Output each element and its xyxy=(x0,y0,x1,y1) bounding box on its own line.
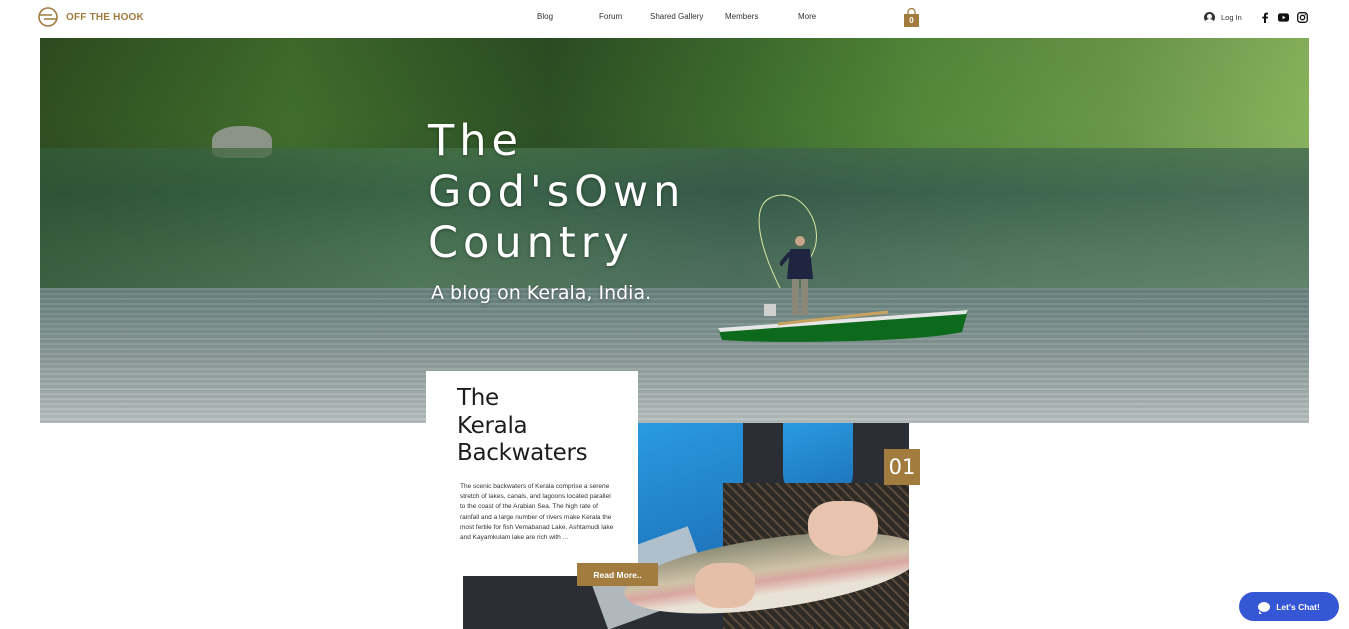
post-title-line: The xyxy=(457,385,499,411)
brand-name: OFF THE HOOK xyxy=(66,11,144,23)
hero-title-line: God'sOwn xyxy=(428,167,686,217)
blog-post-card: The Kerala Backwaters The scenic backwat… xyxy=(426,371,638,576)
chat-button[interactable]: Let's Chat! xyxy=(1239,592,1339,621)
nav-item-shared-gallery[interactable]: Shared Gallery xyxy=(650,12,703,21)
hero-banner: The God'sOwn Country A blog on Kerala, I… xyxy=(40,38,1309,423)
instagram-icon[interactable] xyxy=(1297,12,1308,23)
nav-item-members[interactable]: Members xyxy=(725,12,758,21)
post-title[interactable]: The Kerala Backwaters xyxy=(457,385,588,468)
site-header: OFF THE HOOK Blog Forum Shared Gallery M… xyxy=(0,0,1349,38)
facebook-icon[interactable] xyxy=(1259,12,1270,23)
social-links xyxy=(1259,12,1308,23)
hook-logo-icon xyxy=(38,7,58,27)
brand-logo[interactable]: OFF THE HOOK xyxy=(38,7,144,27)
cart-count: 0 xyxy=(909,16,914,25)
cart-button[interactable]: 0 xyxy=(903,7,920,28)
read-more-button[interactable]: Read More.. xyxy=(577,563,658,586)
water-ripples xyxy=(40,288,1309,423)
hand-right xyxy=(808,501,878,556)
nav-item-more[interactable]: More xyxy=(798,12,816,21)
user-avatar-icon xyxy=(1204,12,1215,23)
youtube-icon[interactable] xyxy=(1278,12,1289,23)
login-label: Log In xyxy=(1221,13,1242,22)
hand-left xyxy=(695,563,755,608)
post-excerpt: The scenic backwaters of Kerala comprise… xyxy=(460,483,614,542)
chat-bubble-icon xyxy=(1258,601,1271,614)
hero-title: The God'sOwn Country xyxy=(428,116,685,269)
post-title-line: Kerala xyxy=(457,412,528,439)
nav-item-blog[interactable]: Blog xyxy=(537,12,553,21)
hero-title-line: The xyxy=(428,116,523,166)
nav-item-forum[interactable]: Forum xyxy=(599,12,622,21)
login-button[interactable]: Log In xyxy=(1204,12,1242,23)
hero-title-line: Country xyxy=(428,218,634,268)
hero-subtitle: A blog on Kerala, India. xyxy=(431,282,652,304)
post-number-badge: 01 xyxy=(884,449,920,485)
chat-label: Let's Chat! xyxy=(1276,601,1320,612)
rowboat xyxy=(718,304,968,342)
post-title-line: Backwaters xyxy=(457,440,588,466)
